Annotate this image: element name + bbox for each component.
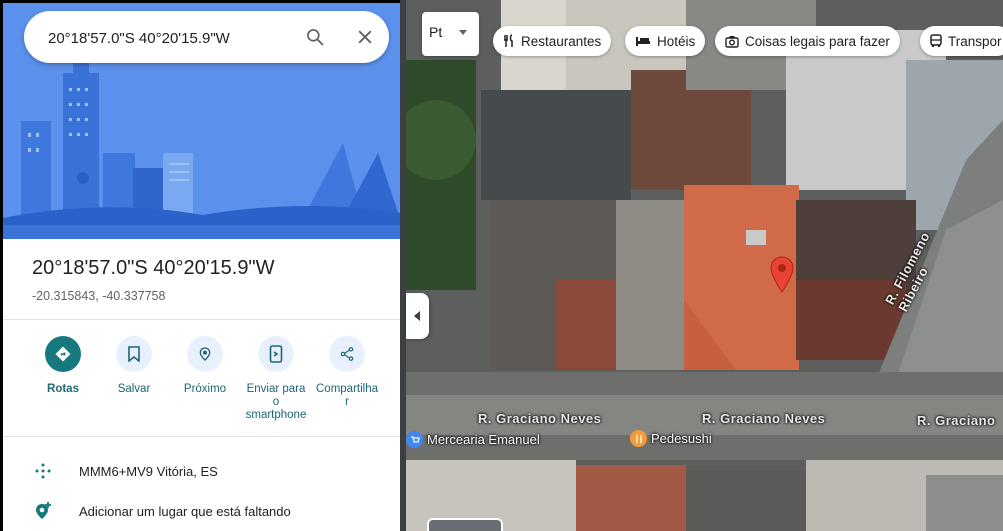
search-input[interactable] [48,28,288,48]
shopping-cart-icon [406,431,423,448]
send-to-phone-label-line-1: Enviar para [246,383,306,395]
share-label-line-2: r [345,396,349,408]
street-label: R. Graciano [917,413,996,428]
directions-button[interactable]: Rotas [27,336,99,396]
bookmark-icon [116,336,152,372]
share-label-line-1: Compartilha [316,383,378,395]
add-missing-place-text: Adicionar um lugar que está faltando [79,503,291,519]
nearby-label: Próximo [183,383,227,395]
map-layer-button[interactable]: Pt [422,12,479,56]
chip-label: Coisas legais para fazer [745,33,890,49]
poi-label: Mercearia Emanuel [427,432,540,447]
chip-hotels[interactable]: Hotéis [625,26,706,56]
plus-code-row[interactable]: MMM6+MV9 Vitória, ES [3,456,400,486]
chevron-down-icon[interactable] [459,30,467,36]
bus-icon [930,34,942,47]
save-button[interactable]: Salvar [98,336,170,396]
satellite-map[interactable]: R. Graciano Neves R. Graciano Neves R. G… [406,0,1003,531]
chip-transport[interactable]: Transpor [920,26,1003,56]
save-label: Salvar [117,383,151,395]
directions-icon [45,336,81,372]
bed-icon [636,37,650,46]
plus-code-icon [35,463,51,479]
poi-pedesushi[interactable]: Pedesushi [630,430,712,447]
chevron-left-icon [413,311,420,321]
chip-label: Hotéis [657,33,696,49]
fork-knife-icon [504,34,513,47]
decimal-coordinates: -20.315843, -40.337758 [32,289,166,303]
street-label: R. Graciano Neves [478,411,602,426]
add-missing-place-row[interactable]: Adicionar um lugar que está faltando [3,496,400,526]
close-icon[interactable] [355,27,375,47]
chip-label: Restaurantes [521,33,602,49]
add-place-icon [36,502,51,519]
location-pin-icon[interactable] [769,256,795,294]
send-to-phone-label-line-3: smartphone [245,409,307,421]
search-icon[interactable] [305,27,325,47]
nearby-icon [187,336,223,372]
layers-thumbnail[interactable] [427,518,503,531]
nearby-button[interactable]: Próximo [169,336,241,396]
action-bar: Rotas Salvar Próximo Enviar para o smart… [3,336,400,436]
chip-restaurants[interactable]: Restaurantes [493,26,612,56]
plus-code-text: MMM6+MV9 Vitória, ES [79,463,218,479]
street-label: R. Graciano Neves [702,411,826,426]
place-title: 20°18'57.0"S 40°20'15.9"W [32,257,275,279]
search-box[interactable] [24,11,389,63]
share-label: Compartilha r [311,383,383,409]
restaurant-icon [630,430,647,447]
poi-mercearia-emanuel[interactable]: Mercearia Emanuel [406,431,540,448]
send-to-phone-label: Enviar para o smartphone [240,383,312,422]
share-icon [329,336,365,372]
collapse-panel-button[interactable] [406,293,429,339]
place-panel: 20°18'57.0"S 40°20'15.9"W -20.315843, -4… [3,3,400,531]
poi-label: Pedesushi [651,431,712,446]
chip-label: Transpor [948,33,1002,49]
share-button[interactable]: Compartilha r [311,336,383,409]
hero-illustration [3,3,400,239]
divider [3,436,400,437]
category-chips: Pt Restaurantes Hotéis Coisas legais par… [406,12,1003,58]
layer-label: Pt [429,24,443,40]
send-to-phone-label-line-2: o [272,396,280,408]
send-to-phone-icon [258,336,294,372]
chip-things-to-do[interactable]: Coisas legais para fazer [715,26,900,56]
divider [3,319,400,320]
send-to-phone-button[interactable]: Enviar para o smartphone [240,336,312,422]
camera-icon [725,35,739,48]
directions-label: Rotas [47,383,79,395]
